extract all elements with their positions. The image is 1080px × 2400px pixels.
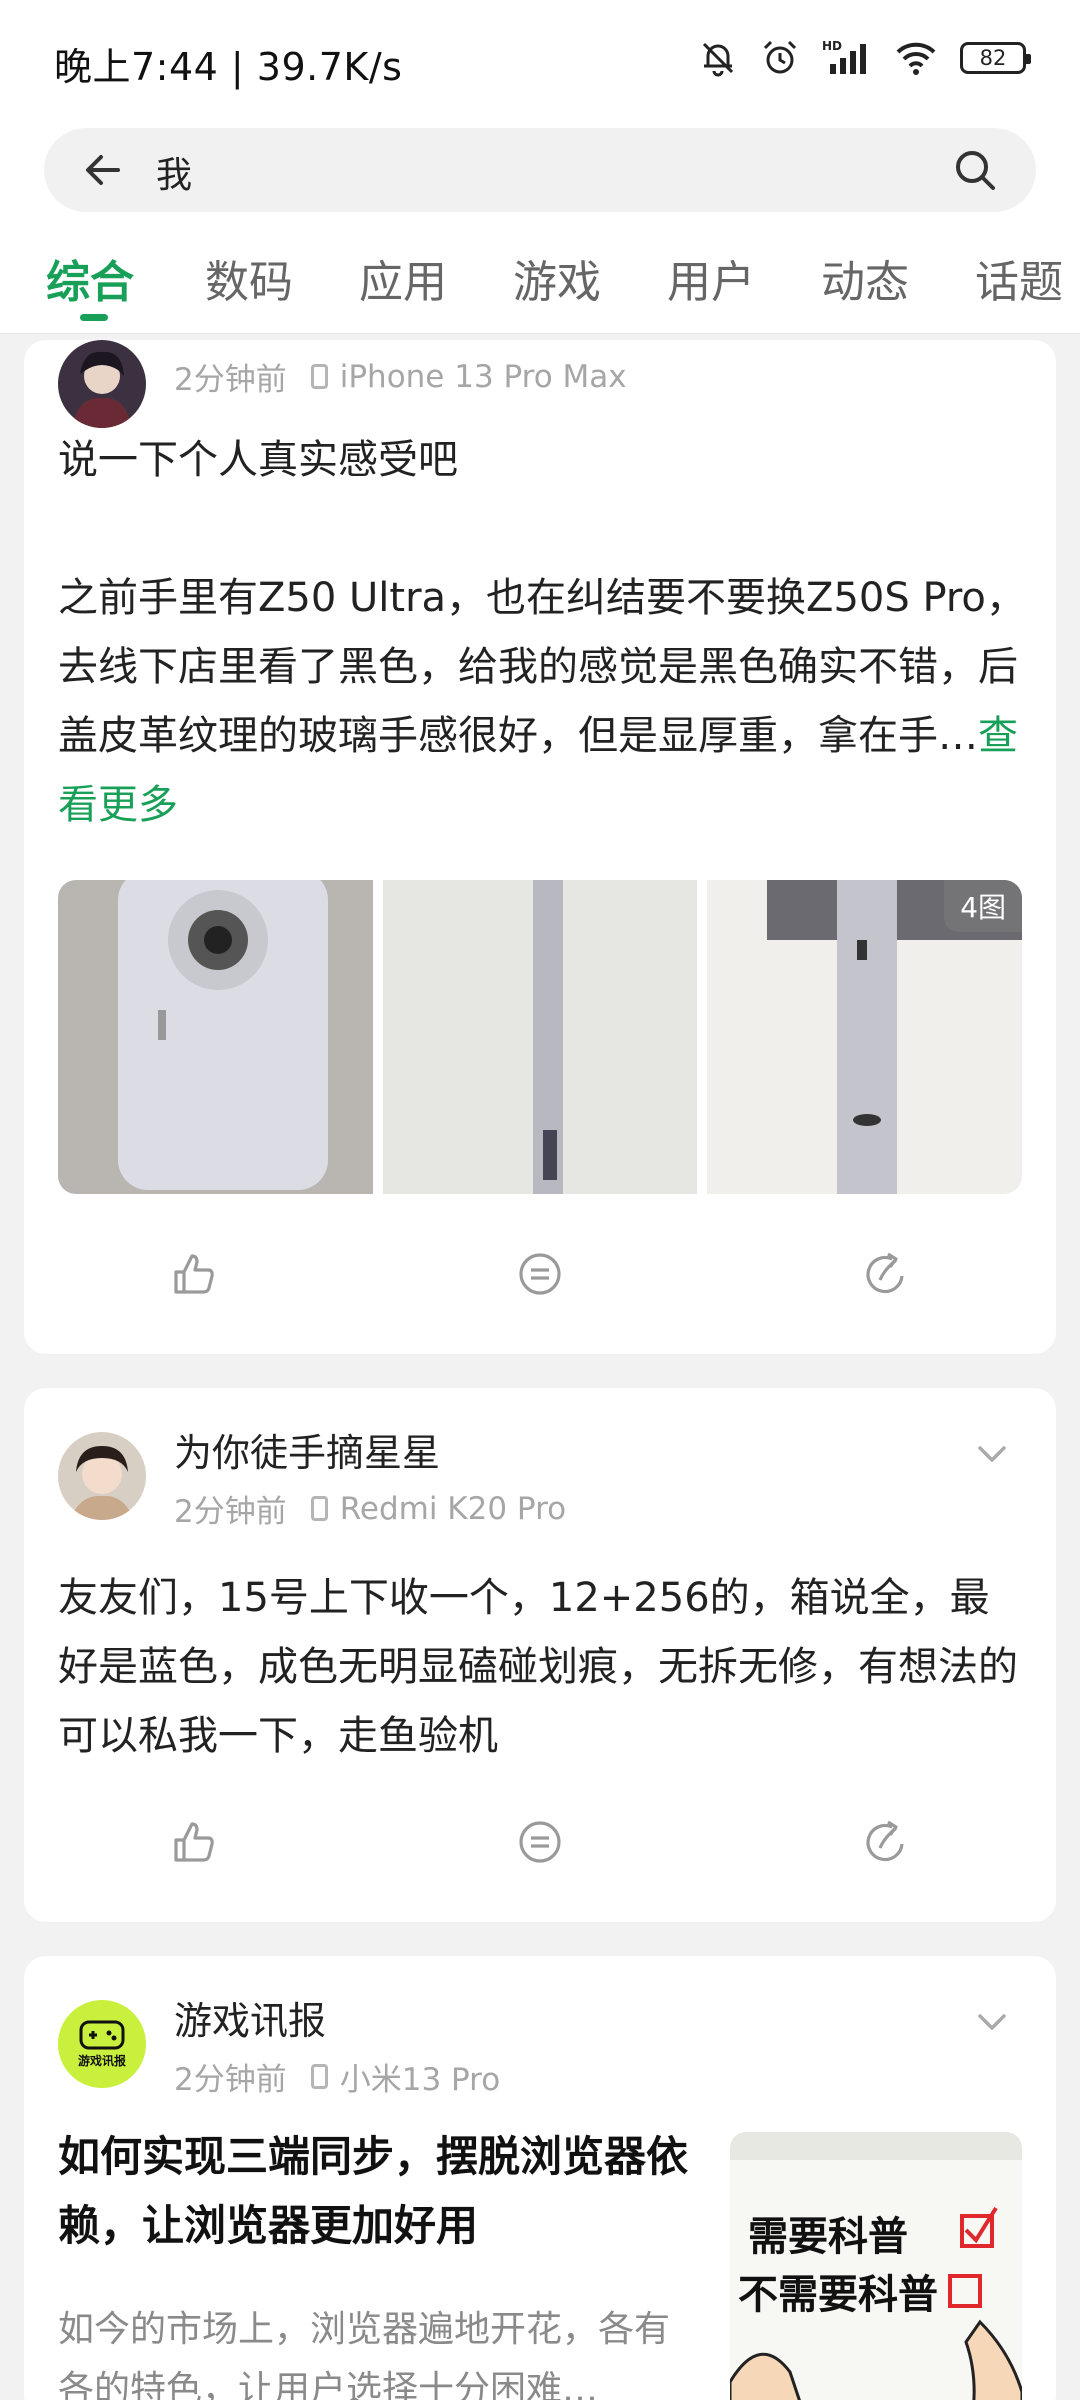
tab-digital[interactable]: 数码 <box>205 246 293 310</box>
bell-muted-icon <box>698 38 738 78</box>
chevron-down-icon[interactable] <box>974 2004 1010 2044</box>
share-icon[interactable] <box>862 1250 910 1302</box>
article-title[interactable]: 如何实现三端同步，摆脱浏览器依赖，让浏览器更加好用 <box>58 2122 698 2260</box>
image-count-badge: 4图 <box>944 880 1022 932</box>
post-device: 小米13 Pro <box>339 2062 501 2098</box>
post-time: 2分钟前 <box>174 362 287 398</box>
alarm-icon <box>760 38 800 78</box>
post-username[interactable]: 游戏讯报 <box>174 1990 326 2045</box>
like-icon[interactable] <box>170 1250 218 1302</box>
phone-icon <box>310 364 328 389</box>
tab-topics[interactable]: 话题 <box>975 246 1063 310</box>
avatar[interactable]: 游戏讯报 <box>58 2000 146 2088</box>
avatar-label: 游戏讯报 <box>77 2053 126 2068</box>
post-image[interactable] <box>382 880 698 1194</box>
status-time: 晚上7:44 | 39.7K/s <box>54 45 403 89</box>
tab-apps[interactable]: 应用 <box>359 246 447 310</box>
tab-all[interactable]: 综合 <box>46 246 134 310</box>
post-time: 2分钟前 <box>174 1494 287 1530</box>
post-time: 2分钟前 <box>174 2062 287 2098</box>
avatar[interactable] <box>58 340 146 428</box>
post-text[interactable]: 说一下个人真实感受吧 之前手里有Z50 Ultra，也在纠结要不要换Z50S P… <box>58 426 1028 840</box>
category-tabs: 综合 数码 应用 游戏 用户 动态 话题 <box>0 230 1080 334</box>
comment-icon[interactable] <box>516 1250 564 1302</box>
avatar[interactable] <box>58 1432 146 1520</box>
share-icon[interactable] <box>862 1818 910 1870</box>
active-tab-indicator <box>80 314 108 321</box>
phone-icon <box>310 2064 328 2089</box>
chevron-down-icon[interactable] <box>974 1436 1010 1476</box>
tab-feed[interactable]: 动态 <box>821 246 909 310</box>
article-summary: 如今的市场上，浏览器遍地开花，各有各的特色，让用户选择十分困难… <box>58 2309 671 2400</box>
back-arrow-icon[interactable] <box>82 149 124 195</box>
tab-games[interactable]: 游戏 <box>513 246 601 310</box>
signal-icon: HD <box>822 38 872 78</box>
post-username[interactable]: 为你徒手摘星星 <box>174 1422 440 1477</box>
wifi-icon <box>894 38 938 78</box>
checkbox-illustration <box>730 2206 1022 2400</box>
status-icons: HD 82 <box>698 38 1031 78</box>
article-card[interactable]: 游戏讯报 游戏讯报 2分钟前 小米13 Pro 如何实现三端同步，摆脱浏览器依赖… <box>24 1956 1056 2400</box>
post-body: 说一下个人真实感受吧 之前手里有Z50 Ultra，也在纠结要不要换Z50S P… <box>58 437 1026 759</box>
post-actions <box>24 1250 1056 1310</box>
post-card[interactable]: 为你徒手摘星星 2分钟前 Redmi K20 Pro 友友们，15号上下收一个，… <box>24 1388 1056 1922</box>
article-thumbnail[interactable]: 需要科普 不需要科普 <box>730 2132 1022 2400</box>
post-image[interactable]: 4图 <box>707 880 1022 1194</box>
status-bar: 晚上7:44 | 39.7K/s HD 82 <box>0 0 1080 120</box>
post-body[interactable]: 友友们，15号上下收一个，12+256的，箱说全，最好是蓝色，成色无明显磕碰划痕… <box>58 1564 1028 1771</box>
battery-indicator: 82 <box>960 42 1031 74</box>
tab-users[interactable]: 用户 <box>667 246 755 310</box>
phone-icon <box>310 1496 328 1521</box>
like-icon[interactable] <box>170 1818 218 1870</box>
post-card[interactable]: 2分钟前 iPhone 13 Pro Max 说一下个人真实感受吧 之前手里有Z… <box>24 340 1056 1354</box>
post-meta: 2分钟前 Redmi K20 Pro <box>174 1486 566 1531</box>
search-query[interactable]: 我 <box>156 146 192 198</box>
post-device: iPhone 13 Pro Max <box>339 358 627 395</box>
comment-icon[interactable] <box>516 1818 564 1870</box>
post-image[interactable] <box>58 880 373 1194</box>
gamepad-icon <box>79 2020 125 2049</box>
search-input[interactable]: 我 <box>44 128 1036 212</box>
search-header: 我 <box>0 120 1080 230</box>
post-meta: 2分钟前 iPhone 13 Pro Max <box>174 354 627 399</box>
search-icon[interactable] <box>952 147 998 197</box>
post-meta: 2分钟前 小米13 Pro <box>174 2054 500 2099</box>
post-images: 4图 <box>58 880 1022 1194</box>
battery-level: 82 <box>979 46 1007 70</box>
post-actions <box>24 1818 1056 1878</box>
post-device: Redmi K20 Pro <box>339 1490 567 1527</box>
hd-label: HD <box>822 39 842 53</box>
